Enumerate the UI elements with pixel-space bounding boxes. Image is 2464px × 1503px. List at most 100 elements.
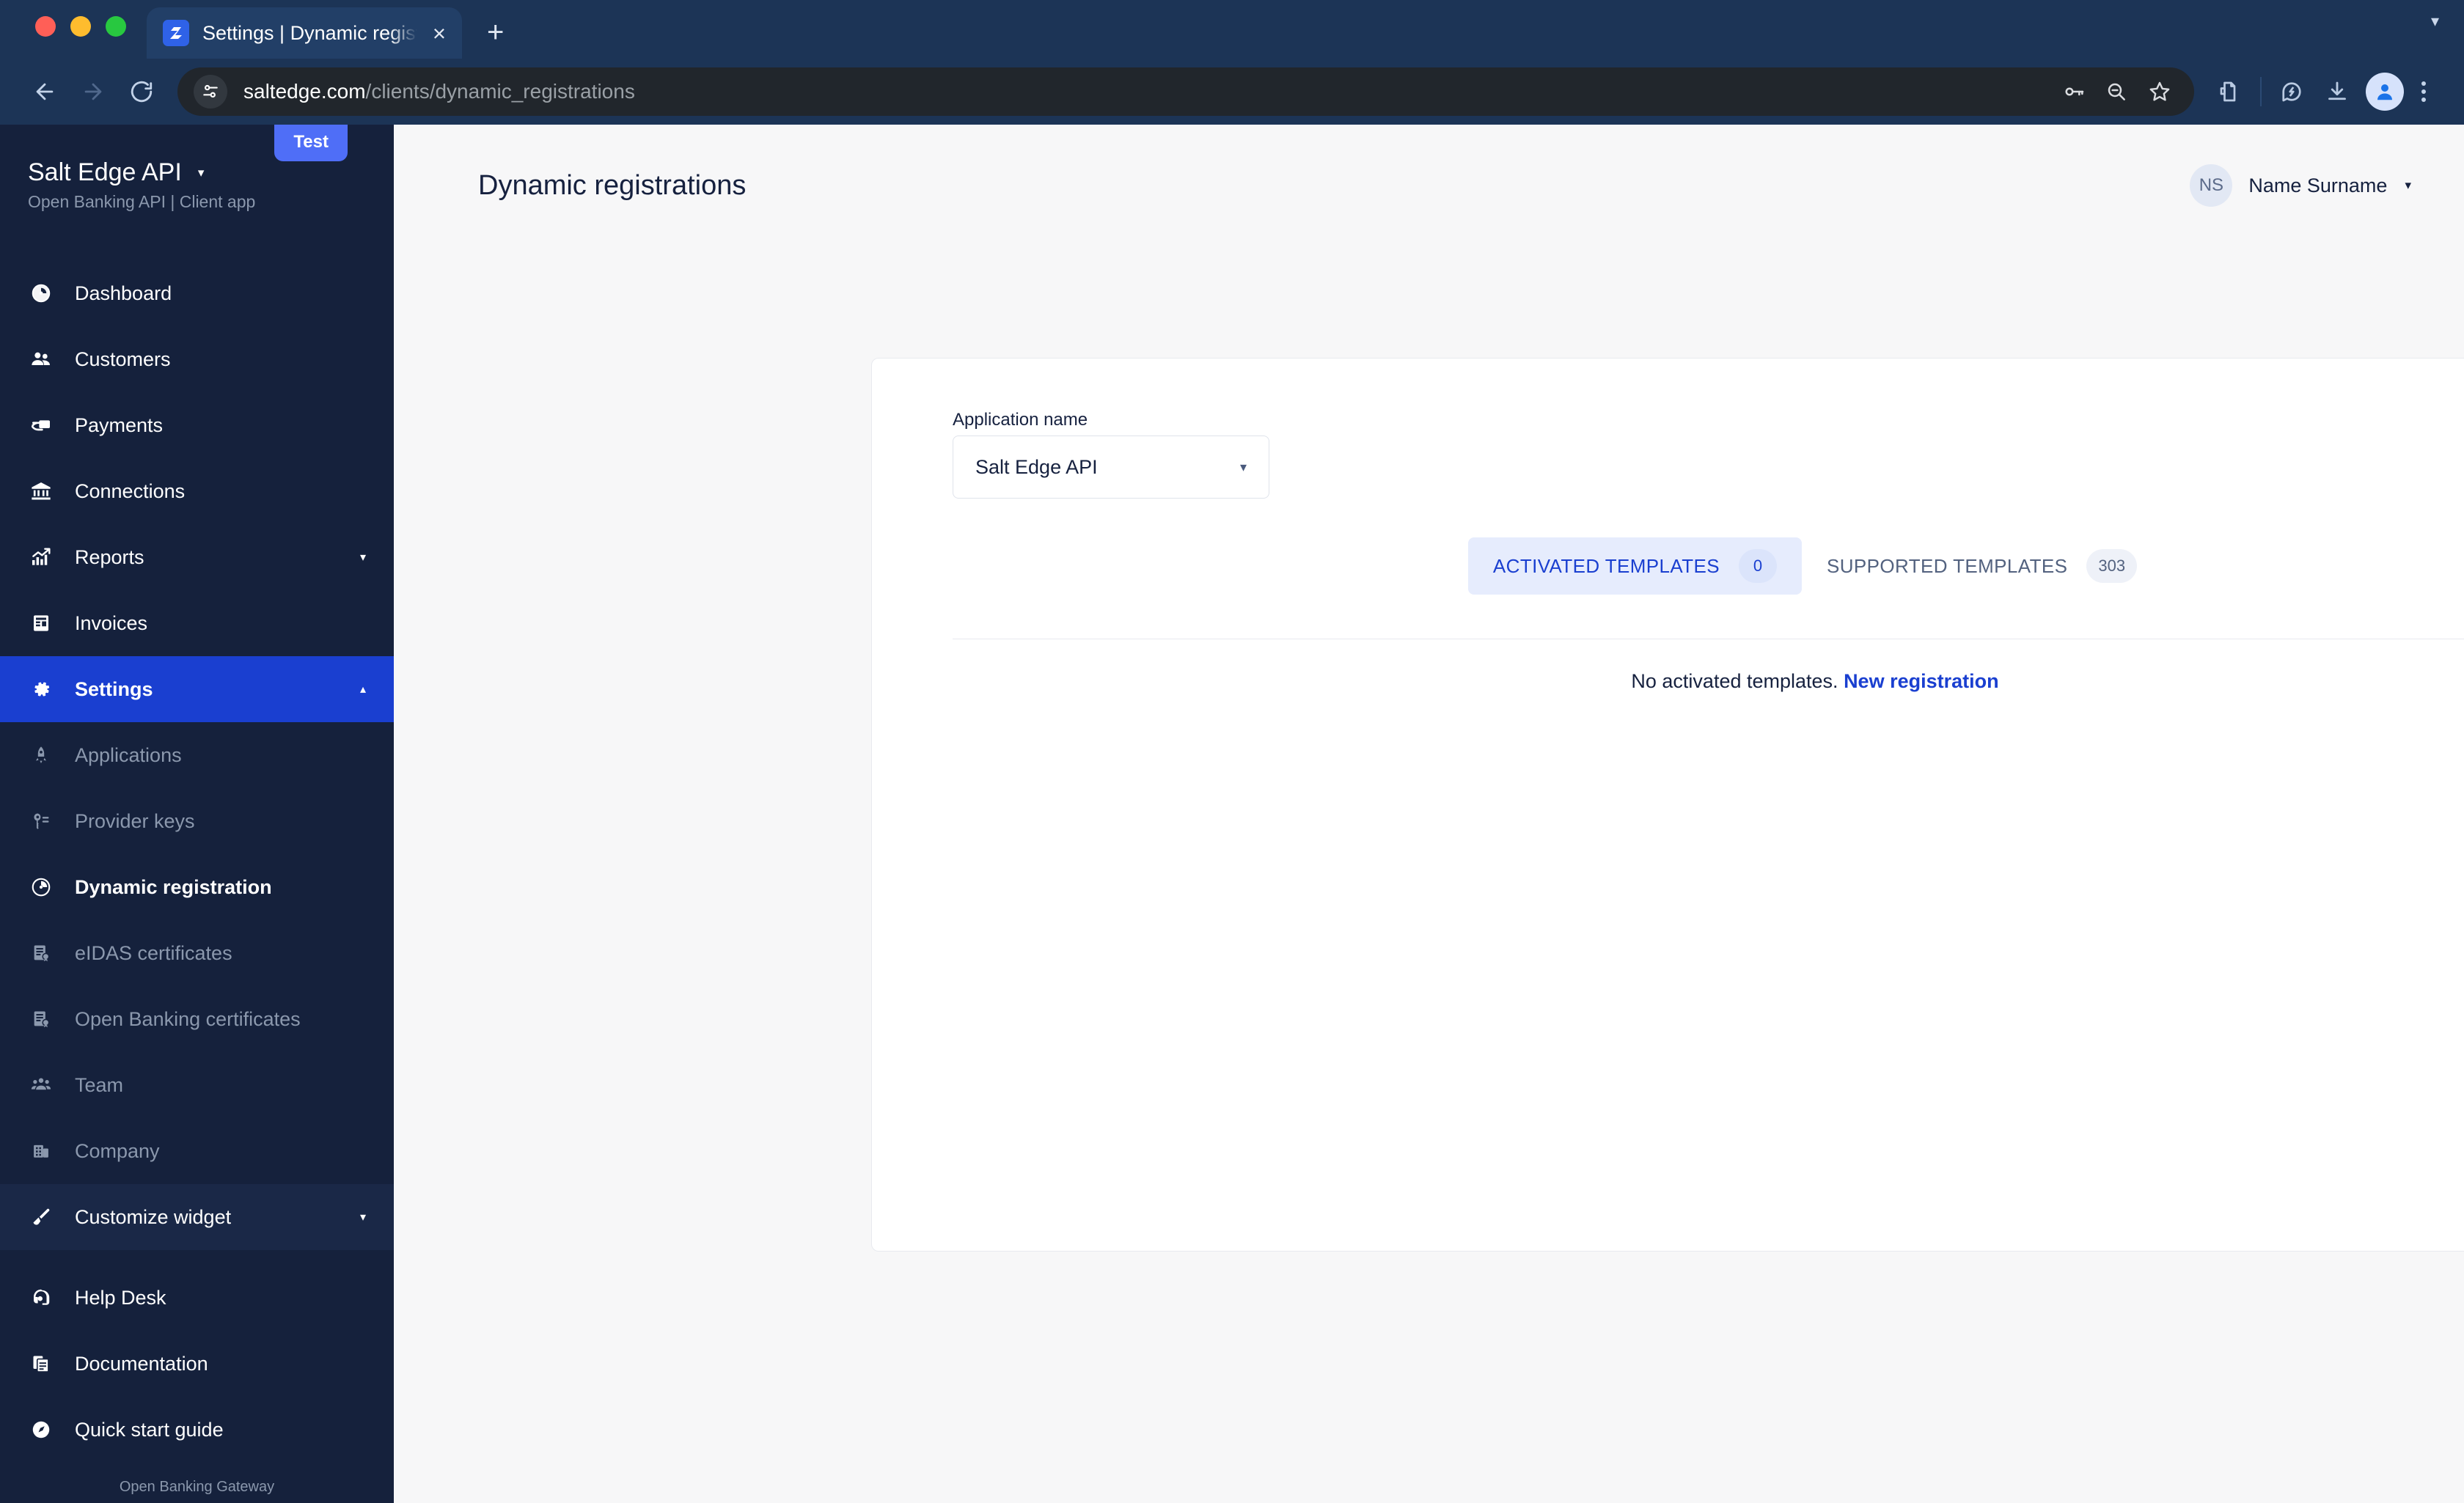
new-tab-button[interactable]: + — [487, 18, 504, 47]
chevron-down-icon: ▾ — [1239, 459, 1247, 474]
sidebar-item-label: Invoices — [75, 611, 148, 634]
sidebar-item-label: Dashboard — [75, 282, 172, 304]
customers-people-icon — [28, 348, 54, 371]
browser-toolbar: saltedge.com/clients/dynamic_registratio… — [0, 59, 2464, 125]
minimize-window-button[interactable] — [70, 16, 91, 37]
tab-supported-templates[interactable]: SUPPORTED TEMPLATES 303 — [1802, 537, 2162, 595]
tab-label: ACTIVATED TEMPLATES — [1492, 554, 1720, 577]
tab-count-badge: 303 — [2086, 549, 2138, 583]
templates-tabs-row: ACTIVATED TEMPLATES 0 SUPPORTED TEMPLATE… — [953, 537, 2464, 595]
brush-icon — [28, 1206, 54, 1228]
toolbar-divider — [2260, 77, 2262, 106]
omnibox-actions — [2062, 79, 2182, 104]
sidebar-item-customize-widget[interactable]: Customize widget ▾ — [0, 1184, 394, 1250]
company-building-icon — [28, 1141, 54, 1161]
chevron-down-icon[interactable]: ▾ — [2431, 12, 2439, 31]
reload-icon[interactable] — [117, 67, 166, 116]
sidebar-item-reports[interactable]: Reports ▾ — [0, 524, 394, 590]
chrome-menu-icon[interactable] — [2410, 81, 2443, 102]
connections-bank-icon — [28, 479, 54, 503]
url-host: saltedge.com — [243, 80, 366, 103]
sidebar-item-customers[interactable]: Customers — [0, 326, 394, 392]
tab-activated-templates[interactable]: ACTIVATED TEMPLATES 0 — [1467, 537, 1802, 595]
site-settings-icon[interactable] — [194, 75, 227, 109]
sidebar-item-provider-keys[interactable]: Provider keys — [0, 788, 394, 854]
zoom-out-icon[interactable] — [2105, 80, 2128, 103]
documents-icon — [28, 1353, 54, 1374]
password-key-icon[interactable] — [2062, 80, 2086, 103]
downloads-icon[interactable] — [2314, 69, 2360, 114]
empty-state-new-registration-link[interactable]: New registration — [1844, 670, 1999, 692]
extensions-icon[interactable] — [2207, 69, 2253, 114]
bookmark-star-icon[interactable] — [2147, 79, 2172, 104]
forward-arrow-icon[interactable] — [69, 67, 117, 116]
sidebar-item-help-desk[interactable]: Help Desk — [0, 1265, 394, 1331]
back-arrow-icon[interactable] — [21, 67, 69, 116]
close-window-button[interactable] — [35, 16, 56, 37]
certificate-icon — [28, 943, 54, 963]
sidebar-item-team[interactable]: Team — [0, 1052, 394, 1118]
applications-rocket-icon — [28, 745, 54, 765]
sidebar-item-label: Connections — [75, 479, 186, 502]
chevron-down-icon: ▾ — [197, 165, 205, 180]
templates-tabs: ACTIVATED TEMPLATES 0 SUPPORTED TEMPLATE… — [1467, 537, 2162, 595]
primary-navigation: Dashboard Customers Payments Connections… — [0, 260, 394, 722]
sidebar-item-open-banking-certificates[interactable]: Open Banking certificates — [0, 986, 394, 1052]
sidebar-item-invoices[interactable]: Invoices — [0, 590, 394, 656]
app-switcher[interactable]: Salt Edge API ▾ — [28, 158, 394, 187]
application-name-select[interactable]: Salt Edge API ▾ — [953, 436, 1269, 499]
settings-gear-icon — [28, 678, 54, 700]
chevron-down-icon: ▾ — [359, 551, 366, 564]
sidebar-item-quick-start-guide[interactable]: Quick start guide — [0, 1397, 394, 1463]
provider-key-icon — [28, 811, 54, 831]
dashboard-gauge-icon — [28, 282, 54, 304]
customize-widget-section: Customize widget ▾ — [0, 1184, 394, 1250]
close-tab-icon[interactable]: × — [433, 22, 446, 45]
sidebar-item-settings[interactable]: Settings ▴ — [0, 656, 394, 722]
certificate-icon — [28, 1009, 54, 1029]
browser-window: Settings | Dynamic registrati × + ▾ salt… — [0, 0, 2464, 1503]
browser-tab-strip: Settings | Dynamic registrati × + ▾ — [0, 0, 2464, 59]
browser-tab[interactable]: Settings | Dynamic registrati × — [147, 7, 462, 59]
sidebar-item-label: Dynamic registration — [75, 875, 272, 898]
payments-card-icon — [28, 414, 54, 437]
toolbar-right-icons — [2194, 69, 2443, 114]
sidebar-item-label: Customize widget — [75, 1205, 232, 1228]
sidebar-item-applications[interactable]: Applications — [0, 722, 394, 788]
sidebar-item-label: Help Desk — [75, 1286, 166, 1309]
sidebar-item-dynamic-registration[interactable]: Dynamic registration — [0, 854, 394, 920]
sidebar-item-label: Documentation — [75, 1352, 208, 1375]
avatar: NS — [2190, 164, 2233, 207]
sidebar-item-dashboard[interactable]: Dashboard — [0, 260, 394, 326]
chevron-down-icon: ▾ — [2405, 178, 2411, 192]
sidebar-item-payments[interactable]: Payments — [0, 392, 394, 458]
sidebar-item-documentation[interactable]: Documentation — [0, 1331, 394, 1397]
sidebar-item-connections[interactable]: Connections — [0, 458, 394, 524]
reports-chart-icon — [28, 545, 54, 569]
user-name: Name Surname — [2248, 174, 2388, 196]
profile-avatar-icon[interactable] — [2366, 73, 2404, 111]
tab-count-badge: 0 — [1739, 549, 1777, 583]
privacy-leaf-icon[interactable] — [2269, 69, 2314, 114]
url-path: /clients/dynamic_registrations — [365, 80, 635, 103]
sidebar-item-label: Quick start guide — [75, 1418, 224, 1441]
application-name-value: Salt Edge API — [975, 455, 1098, 478]
secondary-navigation: Help Desk Documentation Quick start guid… — [0, 1250, 394, 1463]
user-menu[interactable]: NS Name Surname ▾ — [2190, 164, 2411, 207]
address-bar[interactable]: saltedge.com/clients/dynamic_registratio… — [177, 67, 2194, 116]
brand-subtitle: Open Banking API | Client app — [28, 192, 256, 211]
sidebar-item-label: Settings — [75, 677, 153, 700]
maximize-window-button[interactable] — [106, 16, 126, 37]
sidebar-item-label: Open Banking certificates — [75, 1007, 301, 1030]
environment-badge: Test — [274, 125, 348, 161]
sidebar-item-label: Applications — [75, 743, 182, 766]
sidebar-footer-text: Open Banking Gateway — [119, 1479, 275, 1495]
sidebar-item-label: Reports — [75, 545, 144, 568]
window-traffic-lights — [22, 16, 147, 59]
headset-help-icon — [28, 1287, 54, 1309]
sidebar-item-eidas-certificates[interactable]: eIDAS certificates — [0, 920, 394, 986]
chevron-up-icon: ▴ — [359, 683, 366, 696]
sidebar-item-company[interactable]: Company — [0, 1118, 394, 1184]
saltedge-logo-icon — [163, 20, 189, 46]
main-content: Dynamic registrations NS Name Surname ▾ … — [394, 125, 2464, 1503]
